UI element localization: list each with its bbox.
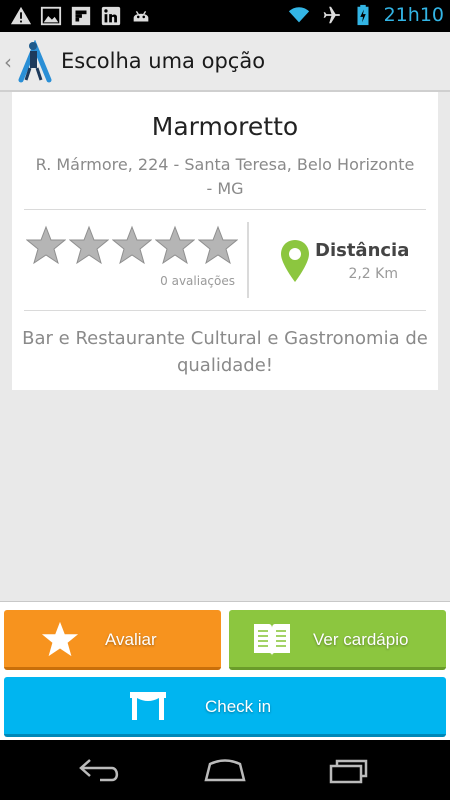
table-icon [130, 692, 166, 720]
place-name: Marmoretto [151, 112, 299, 141]
rating-count: 0 avaliações [160, 274, 235, 288]
home-icon[interactable] [202, 756, 248, 784]
star-icon [41, 621, 79, 657]
star-icon[interactable] [155, 225, 195, 265]
check-in-label: Check in [205, 697, 272, 716]
star-icon[interactable] [69, 225, 109, 265]
divider-vertical [247, 222, 249, 298]
chevron-left-icon[interactable]: ‹ [4, 50, 12, 74]
action-bar: ‹ Escolha uma opção [0, 32, 450, 92]
distance-value: 2,2 Km [348, 266, 398, 282]
location-pin-icon [281, 240, 309, 282]
back-icon[interactable] [78, 756, 122, 784]
menu-book-icon [254, 624, 290, 656]
wifi-icon [288, 7, 309, 23]
action-buttons-panel: Avaliar Ver cardápio Check in [0, 601, 450, 740]
clock: 21h10 [383, 4, 444, 26]
app-logo-icon[interactable] [18, 40, 52, 84]
battery-charging-icon [357, 4, 369, 26]
place-card: Marmoretto R. Mármore, 224 - Santa Teres… [12, 92, 438, 390]
android-icon [133, 11, 149, 22]
airplane-icon [323, 6, 340, 24]
place-description: Bar e Restaurante Cultural e Gastronomia… [22, 328, 428, 376]
recent-apps-icon[interactable] [328, 756, 374, 784]
check-in-button[interactable]: Check in [4, 677, 446, 737]
ver-cardapio-button[interactable]: Ver cardápio [229, 610, 446, 670]
star-icon[interactable] [26, 225, 66, 265]
flipboard-icon [71, 6, 91, 26]
rating-stars[interactable] [26, 225, 238, 265]
image-icon [40, 6, 62, 26]
distance-label: Distância [315, 240, 410, 261]
place-address: R. Mármore, 224 - Santa Teresa, Belo Hor… [35, 155, 415, 198]
navigation-bar [0, 740, 450, 800]
divider [24, 310, 426, 311]
star-icon[interactable] [198, 225, 238, 265]
warning-icon [10, 6, 32, 25]
avaliar-button[interactable]: Avaliar [4, 610, 221, 670]
status-bar: 21h10 [0, 0, 450, 32]
avaliar-label: Avaliar [105, 630, 157, 649]
star-icon[interactable] [112, 225, 152, 265]
page-title: Escolha uma opção [61, 49, 266, 73]
divider [24, 209, 426, 210]
ver-cardapio-label: Ver cardápio [313, 630, 409, 649]
linkedin-icon [101, 6, 121, 26]
